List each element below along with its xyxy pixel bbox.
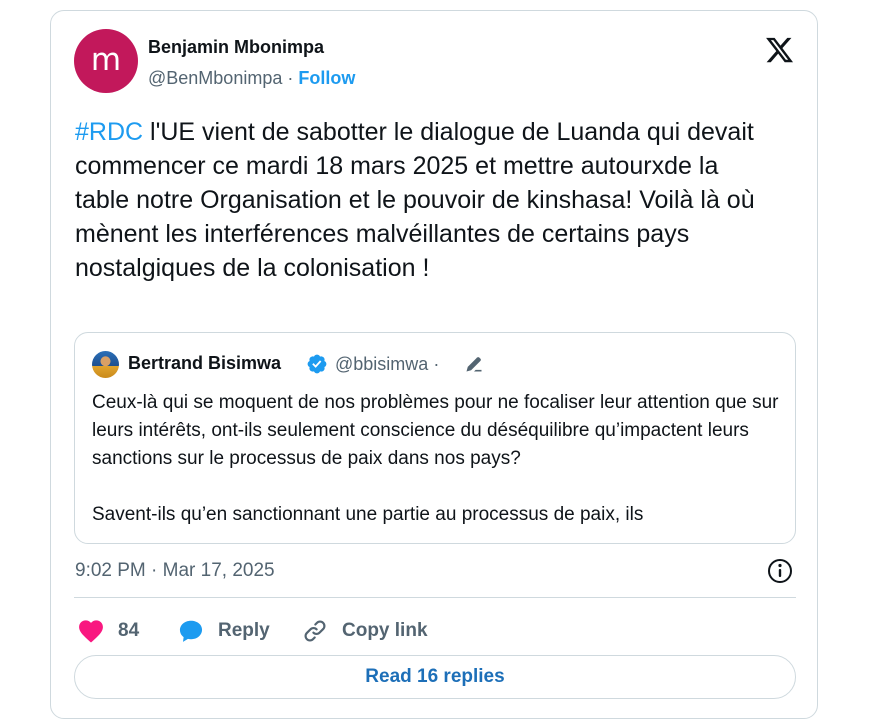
author-avatar[interactable]: m — [74, 29, 138, 93]
follow-button[interactable]: Follow — [298, 68, 355, 88]
reply-button[interactable]: Reply — [178, 615, 270, 647]
link-icon — [304, 620, 326, 642]
quoted-tweet[interactable]: Bertrand Bisimwa @bbisimwa · Ceux-là qui… — [74, 332, 796, 544]
quoted-tweet-text: Ceux-là qui se moquent de nos problèmes … — [92, 389, 782, 529]
quoted-paragraph-1: Ceux-là qui se moquent de nos problèmes … — [92, 392, 779, 469]
quoted-author-avatar — [92, 351, 119, 378]
divider — [74, 597, 796, 598]
info-icon[interactable] — [766, 557, 794, 585]
quoted-author-handle: @bbisimwa — [335, 354, 429, 374]
author-handle-row: @BenMbonimpa · Follow — [148, 68, 355, 89]
speech-bubble-icon — [179, 620, 203, 642]
quoted-handle-separator: · — [433, 354, 440, 374]
tweet-timestamp[interactable]: 9:02 PM · Mar 17, 2025 — [75, 560, 275, 582]
quoted-handle-row: @bbisimwa · — [335, 354, 439, 375]
tweet-text: #RDC l'UE vient de sabotter le dialogue … — [75, 115, 775, 285]
heart-icon — [79, 620, 103, 643]
like-count: 84 — [118, 620, 140, 641]
pen-icon — [466, 357, 482, 372]
read-replies-button[interactable]: Read 16 replies — [74, 655, 796, 699]
handle-separator: · — [287, 68, 294, 88]
copy-link-button[interactable]: Copy link — [302, 615, 428, 647]
author-handle[interactable]: @BenMbonimpa — [148, 68, 282, 88]
reply-label: Reply — [218, 620, 270, 641]
embedded-tweet-card: m Benjamin Mbonimpa @BenMbonimpa · Follo… — [50, 10, 818, 719]
verified-badge-icon — [307, 354, 327, 374]
like-button[interactable]: 84 — [78, 615, 139, 647]
quoted-paragraph-2: Savent-ils qu’en sanctionnant une partie… — [92, 504, 644, 525]
hashtag-link[interactable]: #RDC — [75, 118, 143, 146]
tweet-body: l'UE vient de sabotter le dialogue de Lu… — [75, 118, 755, 282]
quoted-author-name: Bertrand Bisimwa — [128, 353, 282, 373]
x-logo-icon[interactable] — [764, 35, 795, 65]
author-name[interactable]: Benjamin Mbonimpa — [148, 37, 324, 58]
copy-link-label: Copy link — [342, 620, 428, 641]
